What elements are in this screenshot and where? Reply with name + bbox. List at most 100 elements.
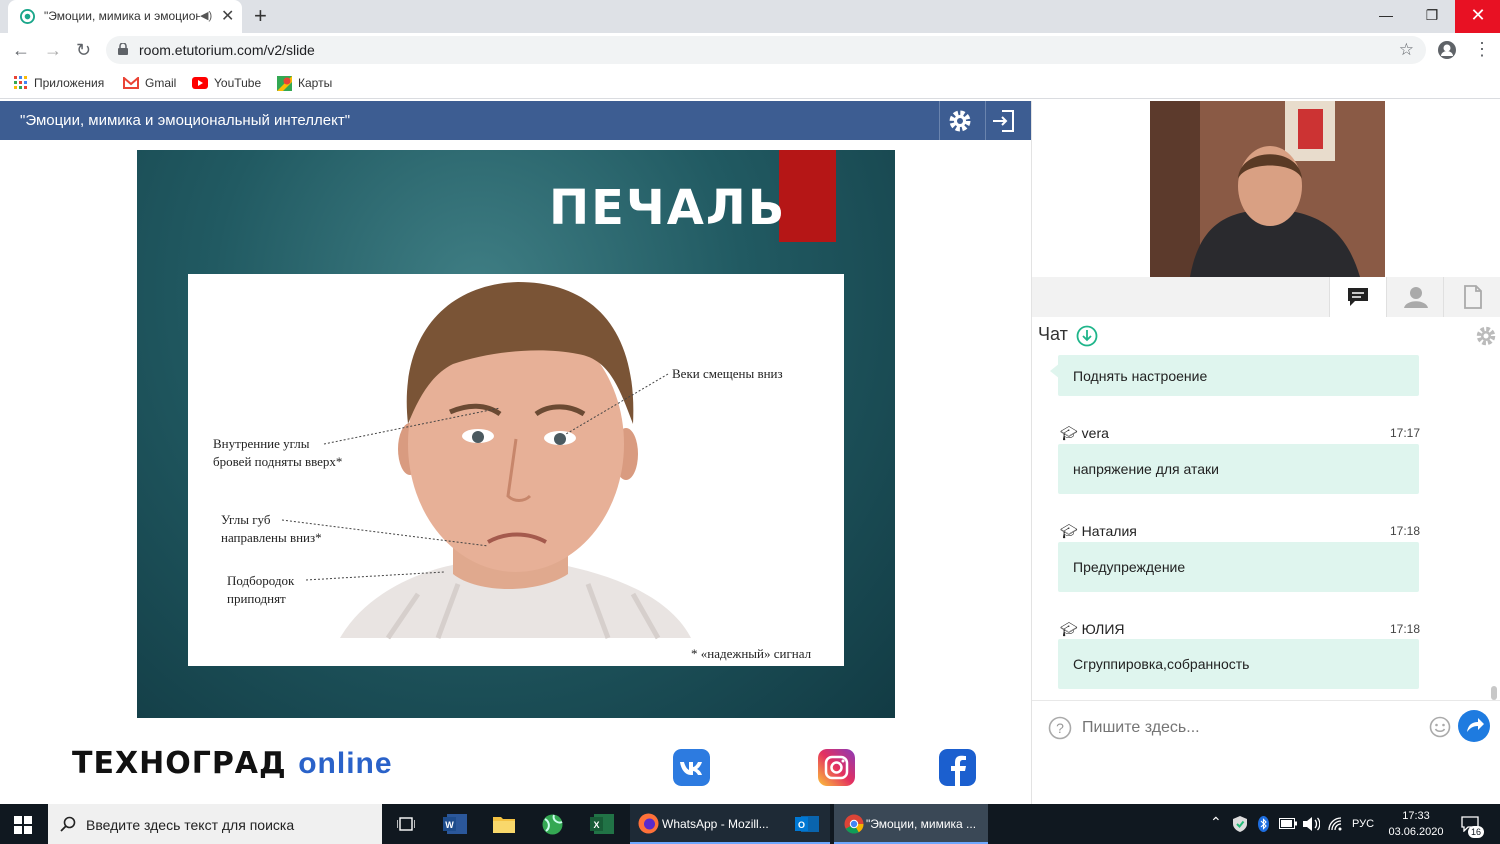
bluetooth-icon[interactable] bbox=[1258, 816, 1269, 832]
omnibox[interactable]: room.etutorium.com/v2/slide ☆ bbox=[106, 36, 1426, 64]
tab-files[interactable] bbox=[1443, 277, 1500, 317]
settings-gear-icon[interactable] bbox=[947, 108, 973, 134]
battery-icon[interactable] bbox=[1279, 818, 1297, 829]
bookmark-label: Карты bbox=[298, 76, 333, 90]
chat-author: vera bbox=[1081, 425, 1109, 441]
chat-message-header: 🎓︎ vera 17:17 bbox=[1060, 425, 1420, 442]
slide-title: ПЕЧАЛЬ bbox=[549, 180, 787, 236]
gmail-icon bbox=[123, 77, 139, 89]
chat-timestamp: 17:17 bbox=[1389, 426, 1420, 440]
chat-settings-gear-icon[interactable] bbox=[1475, 325, 1497, 347]
chat-message-text: Поднять настроение bbox=[1073, 367, 1208, 384]
browser-tab-active[interactable]: "Эмоции, мимика и эмоциональный интеллек… bbox=[8, 0, 242, 33]
tab-close-icon[interactable]: ✕ bbox=[221, 6, 234, 26]
chat-message-text: Сгруппировка,собранность bbox=[1073, 656, 1250, 672]
bookmark-label: Приложения bbox=[34, 76, 105, 90]
label-brows-line2: бровей подняты вверх* bbox=[213, 454, 343, 469]
emoji-smile-icon[interactable] bbox=[1429, 716, 1451, 738]
bookmarks-bar: Приложения Gmail YouTube Карты bbox=[0, 67, 1500, 99]
menu-dots-icon[interactable]: ⋮ bbox=[1473, 39, 1491, 60]
brand-main: ТЕХНОГРАД bbox=[72, 746, 287, 781]
outlook-icon[interactable]: O bbox=[795, 814, 819, 834]
excel-icon[interactable]: X bbox=[590, 814, 614, 834]
chat-bubble-icon bbox=[1348, 288, 1368, 306]
input-language[interactable]: РУС bbox=[1352, 818, 1374, 830]
taskbar-search-box[interactable]: Введите здесь текст для поиска bbox=[48, 804, 382, 844]
reload-icon[interactable]: ↻ bbox=[76, 40, 91, 61]
taskbar-app-chrome[interactable]: "Эмоции, мимика ... bbox=[834, 804, 988, 844]
taskbar-app-label: "Эмоции, мимика ... bbox=[866, 817, 977, 831]
chat-timestamp: 17:18 bbox=[1389, 524, 1420, 538]
vk-icon[interactable] bbox=[673, 749, 710, 786]
address-bar-row: ← → ↻ room.etutorium.com/v2/slide ☆ ⋮ bbox=[0, 33, 1500, 67]
tray-chevron-up-icon[interactable]: ⌃ bbox=[1210, 814, 1222, 831]
brand-online: online bbox=[298, 747, 393, 780]
chat-message-header: 🎓︎ ЮЛИЯ 17:18 bbox=[1060, 621, 1420, 638]
clock-time: 17:33 bbox=[1402, 810, 1430, 822]
restore-button[interactable]: ❐ bbox=[1409, 0, 1455, 33]
forward-arrow-icon[interactable]: → bbox=[44, 40, 62, 61]
label-lips-line2: направлены вниз* bbox=[221, 530, 322, 545]
label-brows-line1: Внутренние углы bbox=[213, 436, 310, 451]
panel-tabs bbox=[1032, 277, 1500, 317]
windows-start-icon[interactable] bbox=[14, 816, 32, 834]
close-window-button[interactable]: ✕ bbox=[1455, 0, 1500, 33]
label-chin-line2: приподнят bbox=[227, 591, 286, 606]
maps-icon bbox=[277, 75, 292, 91]
lock-icon bbox=[118, 43, 128, 55]
task-view-icon[interactable] bbox=[397, 816, 415, 832]
bookmark-gmail[interactable]: Gmail bbox=[123, 75, 176, 91]
presentation-slide: ПЕЧАЛЬ Веки смещены вниз Внутренние углы… bbox=[137, 150, 895, 718]
bookmark-apps[interactable]: Приложения bbox=[14, 75, 104, 91]
firefox-icon bbox=[638, 813, 659, 834]
bookmark-label: Gmail bbox=[145, 76, 177, 90]
exit-icon[interactable] bbox=[991, 109, 1015, 133]
bookmark-star-icon[interactable]: ☆ bbox=[1399, 40, 1414, 60]
file-explorer-icon[interactable] bbox=[493, 815, 515, 833]
svg-text:O: O bbox=[798, 820, 805, 830]
chat-message-text: Предупреждение bbox=[1073, 559, 1186, 575]
label-lips-line1: Углы губ bbox=[221, 512, 271, 527]
send-arrow-icon[interactable] bbox=[1458, 710, 1490, 742]
minimize-button[interactable]: — bbox=[1363, 0, 1409, 33]
profile-avatar-icon[interactable] bbox=[1437, 40, 1457, 60]
maps-globe-icon[interactable] bbox=[542, 814, 563, 835]
side-panel: Чат Поднять настроение 🎓︎ vera 17:17 нап… bbox=[1031, 101, 1500, 804]
new-tab-button[interactable]: + bbox=[254, 3, 267, 29]
webinar-title: "Эмоции, мимика и эмоциональный интеллек… bbox=[20, 112, 351, 129]
svg-text:X: X bbox=[593, 820, 599, 830]
back-arrow-icon[interactable]: ← bbox=[12, 40, 30, 61]
chat-author: Наталия bbox=[1081, 523, 1137, 539]
security-shield-icon[interactable] bbox=[1233, 816, 1247, 832]
tab-chat[interactable] bbox=[1329, 277, 1386, 317]
search-icon bbox=[60, 816, 76, 832]
taskbar-search-placeholder: Введите здесь текст для поиска bbox=[86, 817, 295, 833]
help-question-icon[interactable]: ? bbox=[1048, 716, 1072, 740]
chat-author: ЮЛИЯ bbox=[1081, 621, 1125, 637]
bookmark-maps[interactable]: Карты bbox=[277, 75, 332, 91]
chat-message-bubble: напряжение для атаки bbox=[1058, 444, 1419, 494]
svg-text:W: W bbox=[445, 820, 454, 830]
graduation-cap-icon: 🎓︎ bbox=[1060, 425, 1078, 441]
word-icon[interactable]: W bbox=[443, 814, 467, 834]
taskbar-clock[interactable]: 17:33 03.06.2020 bbox=[1386, 808, 1446, 840]
download-circle-icon[interactable] bbox=[1076, 325, 1098, 347]
tab-participants[interactable] bbox=[1386, 277, 1443, 317]
chat-message-input[interactable] bbox=[1082, 719, 1412, 737]
chat-scrollbar-thumb[interactable] bbox=[1491, 686, 1497, 700]
svg-text:?: ? bbox=[1056, 720, 1064, 736]
bookmark-youtube[interactable]: YouTube bbox=[192, 75, 261, 91]
notifications-count-badge: 16 bbox=[1468, 826, 1485, 838]
windows-taskbar: Введите здесь текст для поиска W X Whats… bbox=[0, 804, 1500, 844]
wifi-icon[interactable] bbox=[1328, 817, 1344, 831]
slide-red-accent bbox=[779, 150, 836, 242]
tab-audio-icon[interactable]: ◀) bbox=[200, 9, 212, 22]
facebook-icon[interactable] bbox=[939, 749, 976, 786]
label-chin-line1: Подбородок bbox=[227, 573, 295, 588]
browser-tab-strip: "Эмоции, мимика и эмоциональный интеллек… bbox=[0, 0, 1500, 33]
volume-icon[interactable] bbox=[1302, 816, 1320, 832]
presenter-video-frame bbox=[1150, 101, 1385, 277]
label-eyelids: Веки смещены вниз bbox=[672, 366, 783, 381]
presenter-video bbox=[1150, 101, 1385, 277]
instagram-icon[interactable] bbox=[818, 749, 855, 786]
